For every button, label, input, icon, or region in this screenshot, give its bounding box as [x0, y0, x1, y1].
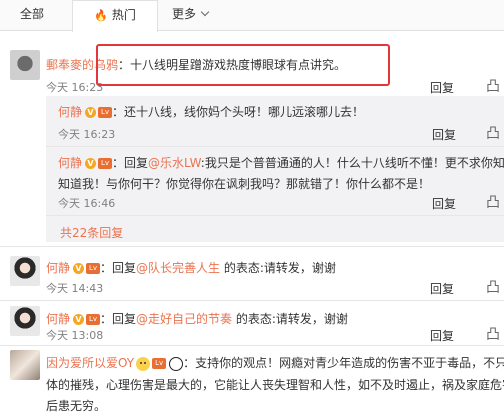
panda-emoji-icon [169, 356, 184, 371]
divider [46, 215, 504, 216]
tab-more[interactable]: 更多 [172, 0, 210, 31]
reply-prefix: 回复 [124, 156, 149, 170]
reply-button[interactable]: 回复 [430, 79, 454, 96]
verified-badge-icon: V [73, 314, 85, 325]
like-icon[interactable]: 凸 [486, 76, 500, 96]
comment-text: 的表态:请转发，谢谢 [220, 261, 336, 275]
verified-badge-icon: V [85, 107, 97, 118]
verified-badge-icon: V [73, 263, 85, 274]
comment-sep: ： [112, 156, 125, 170]
reply-text: :我只是个普普通通的人！什么十八线听不懂！更不求你知道不 [200, 156, 504, 170]
reply-prefix: 回复 [112, 261, 137, 275]
user-name-link[interactable]: 何静 [46, 261, 70, 275]
comment-body: 因为爱所以爱OY Lv ：支持你的观点！网瘾对青少年造成的伤害不亚于毒品，不只是对身 [46, 354, 504, 371]
level-badge-icon: Lv [152, 358, 167, 369]
user-name-link[interactable]: 何静 [46, 312, 70, 326]
avatar[interactable] [10, 306, 40, 336]
fire-icon: 🔥 [94, 9, 108, 22]
more-replies-link[interactable]: 共22条回复 [60, 224, 123, 241]
smile-emoji-icon [136, 356, 151, 371]
comment-sep: ： [183, 356, 196, 370]
tab-more-label: 更多 [172, 7, 197, 21]
avatar[interactable] [10, 350, 40, 380]
avatar[interactable] [10, 256, 40, 286]
user-name-link[interactable]: 因为爱所以爱OY [46, 356, 134, 370]
reply-time: 今天 16:23 [58, 128, 116, 141]
reply-button[interactable]: 回复 [432, 126, 456, 143]
comment-body: 何静 V Lv ：回复@队长完善人生 的表态:请转发，谢谢 [46, 259, 336, 276]
comment-text: 支持你的观点！网瘾对青少年造成的伤害不亚于毒品，不只是对身 [195, 356, 504, 370]
comment-text: 的表态:请转发，谢谢 [232, 312, 348, 326]
mention-link[interactable]: @乐水LW [148, 156, 201, 170]
level-badge-icon: Lv [98, 107, 113, 118]
user-name-link[interactable]: 何静 [58, 105, 82, 119]
tab-all[interactable]: 全部 [20, 0, 44, 31]
comment-tabs: 全部 🔥 热门 更多 [0, 0, 504, 32]
reply-text-line2: 知道我！与你何干？你觉得你在讽刺我吗？那就错了！你什么都不是！ [58, 177, 431, 191]
comment-sep: ： [100, 312, 113, 326]
comment-text-line3: 后患无穷。 [46, 399, 107, 413]
reply-button[interactable]: 回复 [432, 195, 456, 212]
comment-time: 今天 16:23 [46, 81, 104, 94]
like-icon[interactable]: 凸 [486, 324, 500, 344]
mention-link[interactable]: @走好自己的节奏 [136, 312, 232, 326]
chevron-down-icon [200, 7, 210, 17]
mention-link[interactable]: @队长完善人生 [136, 261, 220, 275]
reply-button[interactable]: 回复 [430, 280, 454, 297]
divider [0, 246, 504, 247]
level-badge-icon: Lv [86, 314, 101, 325]
highlight-box [96, 44, 390, 86]
divider [0, 300, 504, 301]
comment-sep: ： [112, 105, 125, 119]
reply-prefix: 回复 [112, 312, 137, 326]
reply-thread: 何静 V Lv ：还十八线，线你妈个头呀！哪儿远滚哪儿去！ 今天 16:23 回复 凸… [46, 96, 504, 242]
verified-badge-icon: V [85, 158, 97, 169]
divider [0, 345, 504, 346]
comment-text-line2: 体的摧残，心理伤害是最大的，它能让人丧失理智和人性，如不及时遏止，祸及家庭危害社… [46, 378, 504, 392]
comment-body: 何静 V Lv ：回复@走好自己的节奏 的表态:请转发，谢谢 [46, 310, 348, 327]
user-name-link[interactable]: 何静 [58, 156, 82, 170]
comment-time: 今天 14:43 [46, 282, 104, 295]
tab-hot[interactable]: 🔥 热门 [72, 0, 158, 32]
reply-text: 还十八线，线你妈个头呀！哪儿远滚哪儿去！ [124, 105, 365, 119]
like-icon[interactable]: 凸 [486, 123, 500, 143]
level-badge-icon: Lv [98, 158, 113, 169]
divider [46, 146, 504, 147]
avatar[interactable] [10, 50, 40, 80]
weibo-comments-panel: 全部 🔥 热门 更多 郵奉麥的乌鸦：十八线明星蹭游戏热度博眼球有点讲究。 今天 1… [0, 0, 504, 418]
tab-hot-label: 热门 [111, 8, 136, 22]
comment-sep: ： [100, 261, 113, 275]
reply-button[interactable]: 回复 [430, 327, 454, 344]
like-icon[interactable]: 凸 [486, 277, 500, 297]
reply-time: 今天 16:46 [58, 197, 116, 210]
level-badge-icon: Lv [86, 263, 101, 274]
like-icon[interactable]: 凸 [486, 192, 500, 212]
reply-body: 何静 V Lv ：回复@乐水LW:我只是个普普通通的人！什么十八线听不懂！更不求你知道… [58, 154, 504, 171]
comment-time: 今天 13:08 [46, 329, 104, 342]
reply-body: 何静 V Lv ：还十八线，线你妈个头呀！哪儿远滚哪儿去！ [58, 103, 364, 120]
